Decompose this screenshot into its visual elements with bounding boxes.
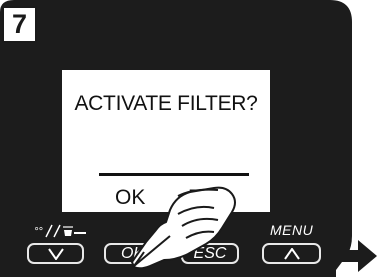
svg-text:°°: °°	[34, 226, 43, 238]
display-screen: ACTIVATE FILTER? OK ESC	[62, 70, 270, 212]
step-number-badge: 7	[2, 6, 37, 43]
chevron-up-icon	[283, 247, 300, 260]
esc-button[interactable]: ESC	[181, 243, 239, 264]
aroma-cup-icon: °°	[34, 224, 86, 238]
screen-option-esc: ESC	[188, 186, 232, 209]
chevron-down-icon	[47, 247, 64, 260]
ok-button-label: OK	[120, 244, 145, 262]
ok-button[interactable]: OK	[104, 243, 161, 264]
screen-prompt: ACTIVATE FILTER?	[74, 92, 258, 115]
down-button[interactable]	[27, 243, 84, 264]
up-button[interactable]	[262, 243, 321, 264]
esc-button-label: ESC	[193, 244, 227, 262]
screen-option-ok: OK	[115, 186, 146, 209]
screen-divider	[99, 173, 249, 176]
menu-label: MENU	[270, 222, 314, 238]
instruction-illustration: 7 ACTIVATE FILTER? OK ESC °° MENU OK ESC	[0, 0, 377, 277]
